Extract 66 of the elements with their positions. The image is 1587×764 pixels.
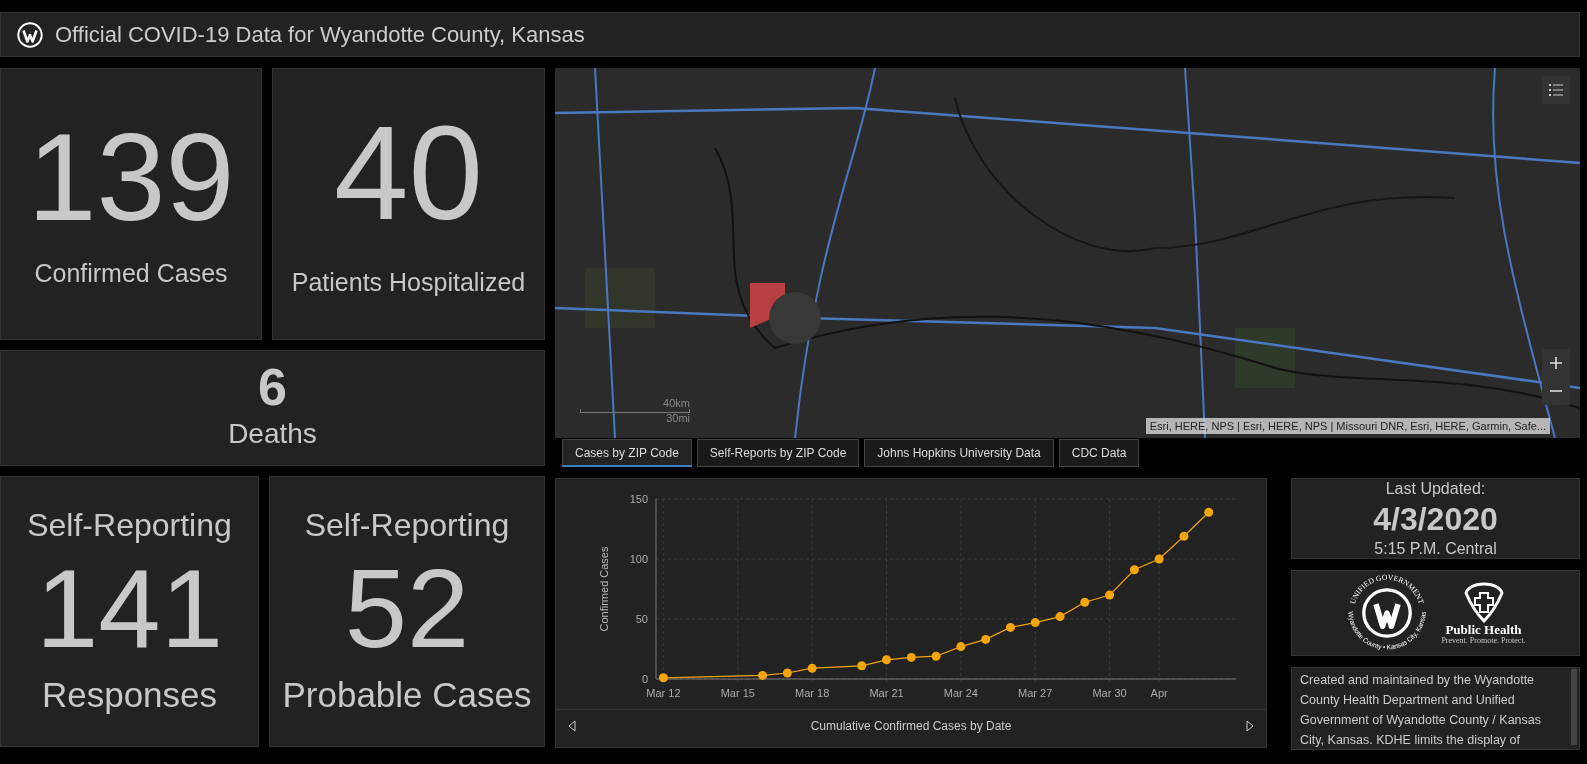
axis-tick-label: 100 bbox=[629, 553, 648, 565]
minus-icon bbox=[1550, 390, 1562, 392]
data-point bbox=[931, 651, 941, 661]
shield-cross-icon bbox=[1462, 581, 1505, 623]
data-point bbox=[758, 670, 768, 680]
stat-label: Responses bbox=[41, 674, 218, 717]
map-tab[interactable]: Johns Hopkins University Data bbox=[864, 439, 1054, 467]
plus-icon bbox=[1550, 357, 1562, 369]
axis-tick-label: 50 bbox=[635, 613, 648, 625]
axis-tick-label: Mar 12 bbox=[646, 687, 681, 699]
stat-value: 52 bbox=[344, 553, 470, 666]
data-point bbox=[1105, 590, 1115, 600]
stat-label: Probable Cases bbox=[282, 674, 532, 717]
list-icon bbox=[1549, 83, 1563, 97]
stat-value: 141 bbox=[36, 553, 223, 666]
note-text: Created and maintained by the Wyandotte County Health Department and Unified Government of Wyandotte County / Kansas City, Kansas. KDHE limits the display of bbox=[1299, 672, 1542, 749]
axis-tick-label: Mar 18 bbox=[795, 687, 830, 699]
stat-value: 139 bbox=[27, 115, 235, 240]
update-heading: Last Updated: bbox=[1385, 478, 1486, 499]
data-point bbox=[906, 652, 916, 662]
data-point bbox=[1030, 618, 1040, 628]
data-point bbox=[857, 661, 867, 671]
axis-tick-label: Mar 15 bbox=[720, 687, 755, 699]
data-point bbox=[1204, 507, 1214, 517]
data-point bbox=[882, 655, 891, 665]
axis-tick-label: Mar 24 bbox=[943, 687, 978, 699]
data-point bbox=[1129, 565, 1139, 575]
stat-value: 40 bbox=[333, 106, 484, 241]
data-point bbox=[1080, 597, 1090, 607]
data-point bbox=[956, 642, 966, 652]
update-date: 4/3/2020 bbox=[1373, 499, 1498, 539]
update-time: 5:15 P.M. Central bbox=[1374, 538, 1497, 559]
map-tab[interactable]: Cases by ZIP Code bbox=[562, 439, 692, 467]
right-arrow-icon[interactable] bbox=[1246, 719, 1254, 732]
stat-label: Deaths bbox=[228, 417, 317, 451]
axis-tick-label: Mar 27 bbox=[1018, 687, 1053, 699]
data-point bbox=[1055, 612, 1065, 622]
axis-tick-label: Apr bbox=[1150, 687, 1168, 699]
stat-label: Patients Hospitalized bbox=[291, 267, 526, 299]
stat-label: Confirmed Cases bbox=[34, 258, 228, 290]
stat-value: 6 bbox=[258, 361, 287, 413]
left-arrow-icon[interactable] bbox=[568, 719, 576, 732]
health-tagline: Prevent. Promote. Protect. bbox=[1441, 637, 1526, 645]
data-point bbox=[807, 663, 817, 673]
map-tab[interactable]: CDC Data bbox=[1058, 439, 1140, 467]
data-point bbox=[981, 634, 991, 644]
data-point bbox=[1005, 622, 1015, 632]
stat-heading: Self-Reporting bbox=[304, 506, 510, 546]
axis-tick-label: Mar 30 bbox=[1092, 687, 1127, 699]
logo-icon bbox=[17, 21, 43, 48]
data-point bbox=[658, 673, 668, 683]
axis-tick-label: 0 bbox=[641, 673, 648, 685]
data-point bbox=[1179, 531, 1189, 541]
data-point bbox=[782, 668, 792, 678]
page-title: Official COVID-19 Data for Wyandotte County, Kansas bbox=[55, 21, 585, 49]
health-name: Public Health bbox=[1445, 623, 1522, 636]
scale-label: 30mi bbox=[666, 413, 690, 424]
data-point bbox=[1154, 554, 1164, 564]
axis-tick-label: Mar 21 bbox=[869, 687, 904, 699]
legend-button[interactable] bbox=[1542, 76, 1570, 104]
axis-title: Confirmed Cases bbox=[598, 546, 610, 632]
axis-tick-label: 150 bbox=[629, 493, 648, 505]
chart-title: Cumulative Confirmed Cases by Date bbox=[810, 717, 1012, 735]
map-tab[interactable]: Self-Reports by ZIP Code bbox=[696, 439, 860, 467]
scale-label: 40km bbox=[663, 398, 690, 409]
stat-heading: Self-Reporting bbox=[27, 506, 232, 546]
